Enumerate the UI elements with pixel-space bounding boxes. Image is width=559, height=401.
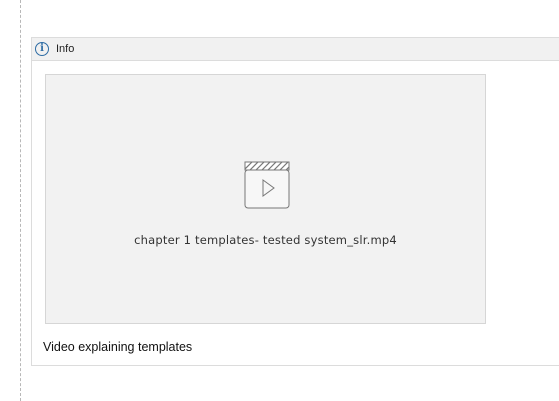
video-clapperboard-icon bbox=[244, 161, 290, 209]
dotted-guide-line bbox=[20, 0, 21, 401]
info-panel: i Info chapter 1 templates- tested syste… bbox=[31, 37, 559, 366]
info-icon: i bbox=[35, 42, 49, 56]
video-player-placeholder[interactable]: chapter 1 templates- tested system_slr.m… bbox=[45, 74, 486, 324]
video-caption: Video explaining templates bbox=[43, 340, 193, 354]
page: i Info chapter 1 templates- tested syste… bbox=[0, 0, 559, 401]
info-panel-header[interactable]: i Info bbox=[32, 38, 559, 61]
info-panel-title: Info bbox=[56, 43, 75, 55]
video-file-name: chapter 1 templates- tested system_slr.m… bbox=[134, 233, 397, 247]
